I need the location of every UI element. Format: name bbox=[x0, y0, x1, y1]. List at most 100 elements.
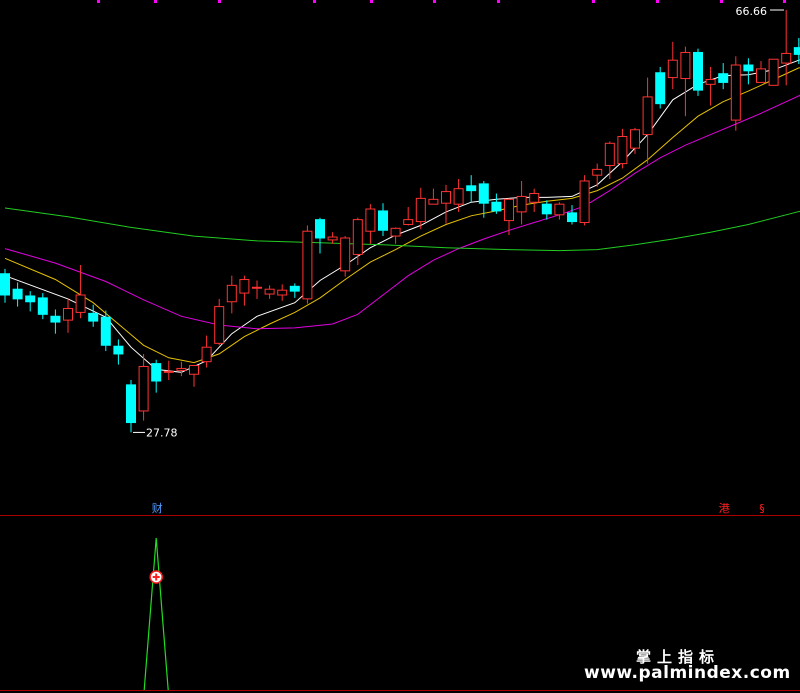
candle[interactable] bbox=[466, 175, 477, 203]
candle[interactable] bbox=[289, 283, 300, 298]
candle[interactable] bbox=[390, 227, 401, 244]
candle[interactable] bbox=[340, 236, 351, 277]
candle[interactable] bbox=[415, 187, 426, 230]
candle-body bbox=[88, 312, 99, 322]
candle[interactable] bbox=[126, 380, 136, 433]
candle-body bbox=[151, 363, 162, 382]
candle[interactable] bbox=[491, 193, 502, 214]
candle-body bbox=[705, 79, 716, 85]
candle[interactable] bbox=[642, 77, 653, 164]
candle[interactable] bbox=[541, 200, 552, 220]
candle-body bbox=[541, 203, 552, 215]
top-dot bbox=[783, 0, 786, 3]
candle[interactable] bbox=[529, 188, 540, 212]
candle[interactable] bbox=[88, 304, 99, 327]
candle[interactable] bbox=[327, 232, 338, 244]
candle-body bbox=[453, 188, 464, 205]
candle[interactable] bbox=[0, 268, 10, 303]
top-marker-dots bbox=[97, 0, 786, 3]
candle[interactable] bbox=[617, 128, 628, 169]
candle-body bbox=[12, 288, 23, 300]
top-dot bbox=[720, 0, 723, 3]
candle[interactable] bbox=[441, 184, 451, 224]
candle-body bbox=[730, 64, 741, 121]
candle[interactable] bbox=[189, 365, 199, 387]
candle[interactable] bbox=[630, 127, 640, 154]
candle[interactable] bbox=[793, 37, 800, 65]
candle[interactable] bbox=[743, 58, 754, 85]
candle[interactable] bbox=[592, 163, 603, 187]
top-dot bbox=[656, 0, 659, 3]
event-marker-gang[interactable]: 港 bbox=[719, 502, 730, 515]
ma_white-line bbox=[4, 59, 800, 373]
stock-chart: 27.78 66.66 财 港 § bbox=[0, 0, 800, 691]
candle-body bbox=[264, 288, 275, 295]
candle[interactable] bbox=[365, 204, 376, 244]
candle[interactable] bbox=[693, 48, 703, 96]
candle[interactable] bbox=[315, 217, 325, 254]
candlesticks bbox=[0, 9, 800, 433]
candle[interactable] bbox=[730, 56, 741, 131]
candle-body bbox=[126, 384, 136, 424]
candle[interactable] bbox=[12, 282, 23, 307]
top-dot bbox=[154, 0, 157, 3]
candle[interactable] bbox=[151, 359, 162, 393]
candle[interactable] bbox=[403, 207, 414, 226]
candle[interactable] bbox=[37, 293, 48, 320]
event-marker-cai[interactable]: 财 bbox=[152, 501, 163, 515]
candle[interactable] bbox=[579, 175, 590, 226]
candle[interactable] bbox=[25, 291, 36, 312]
candle-body bbox=[113, 345, 124, 355]
candle[interactable] bbox=[756, 61, 766, 83]
candle[interactable] bbox=[554, 202, 565, 220]
candle-body bbox=[428, 198, 439, 205]
candle[interactable] bbox=[655, 66, 666, 109]
candle[interactable] bbox=[718, 63, 729, 90]
candle-body bbox=[415, 197, 426, 223]
candle[interactable] bbox=[264, 285, 275, 299]
candle-body bbox=[138, 366, 149, 412]
candle[interactable] bbox=[667, 41, 678, 90]
candle-body bbox=[37, 297, 48, 315]
candle[interactable] bbox=[453, 179, 464, 212]
top-dot bbox=[313, 0, 316, 3]
candle[interactable] bbox=[214, 298, 225, 346]
candle[interactable] bbox=[567, 205, 577, 225]
candle[interactable] bbox=[781, 9, 792, 86]
candle[interactable] bbox=[428, 188, 439, 205]
candle[interactable] bbox=[705, 66, 716, 106]
candle[interactable] bbox=[113, 339, 124, 365]
plus-circle-icon[interactable] bbox=[149, 570, 163, 584]
candle-body bbox=[365, 208, 376, 232]
candle-body bbox=[176, 367, 187, 371]
candle[interactable] bbox=[478, 180, 489, 218]
candle[interactable] bbox=[680, 46, 691, 117]
ma_magenta-line bbox=[4, 94, 800, 330]
candle[interactable] bbox=[302, 225, 313, 304]
candle[interactable] bbox=[138, 353, 149, 421]
candle[interactable] bbox=[768, 58, 779, 86]
candle[interactable] bbox=[63, 298, 73, 333]
candle-body bbox=[315, 219, 325, 239]
candle-body bbox=[516, 195, 527, 213]
candle-body bbox=[592, 168, 603, 176]
candle-body bbox=[340, 237, 351, 272]
candle-body bbox=[743, 64, 754, 72]
candle-body bbox=[63, 308, 73, 321]
candle[interactable] bbox=[226, 275, 237, 314]
candle-body bbox=[504, 198, 514, 222]
event-marker-section[interactable]: § bbox=[759, 502, 765, 515]
candle-body bbox=[289, 285, 300, 292]
candle-body bbox=[617, 136, 628, 165]
candle[interactable] bbox=[378, 203, 388, 237]
candle[interactable] bbox=[252, 280, 262, 299]
candle[interactable] bbox=[277, 284, 288, 301]
candle[interactable] bbox=[516, 180, 527, 225]
candle-body bbox=[793, 47, 800, 55]
candle[interactable] bbox=[176, 361, 187, 377]
candle[interactable] bbox=[239, 275, 250, 306]
candle[interactable] bbox=[50, 309, 61, 334]
candle-body bbox=[189, 365, 199, 375]
candle[interactable] bbox=[604, 141, 615, 180]
candle-body bbox=[100, 316, 111, 346]
